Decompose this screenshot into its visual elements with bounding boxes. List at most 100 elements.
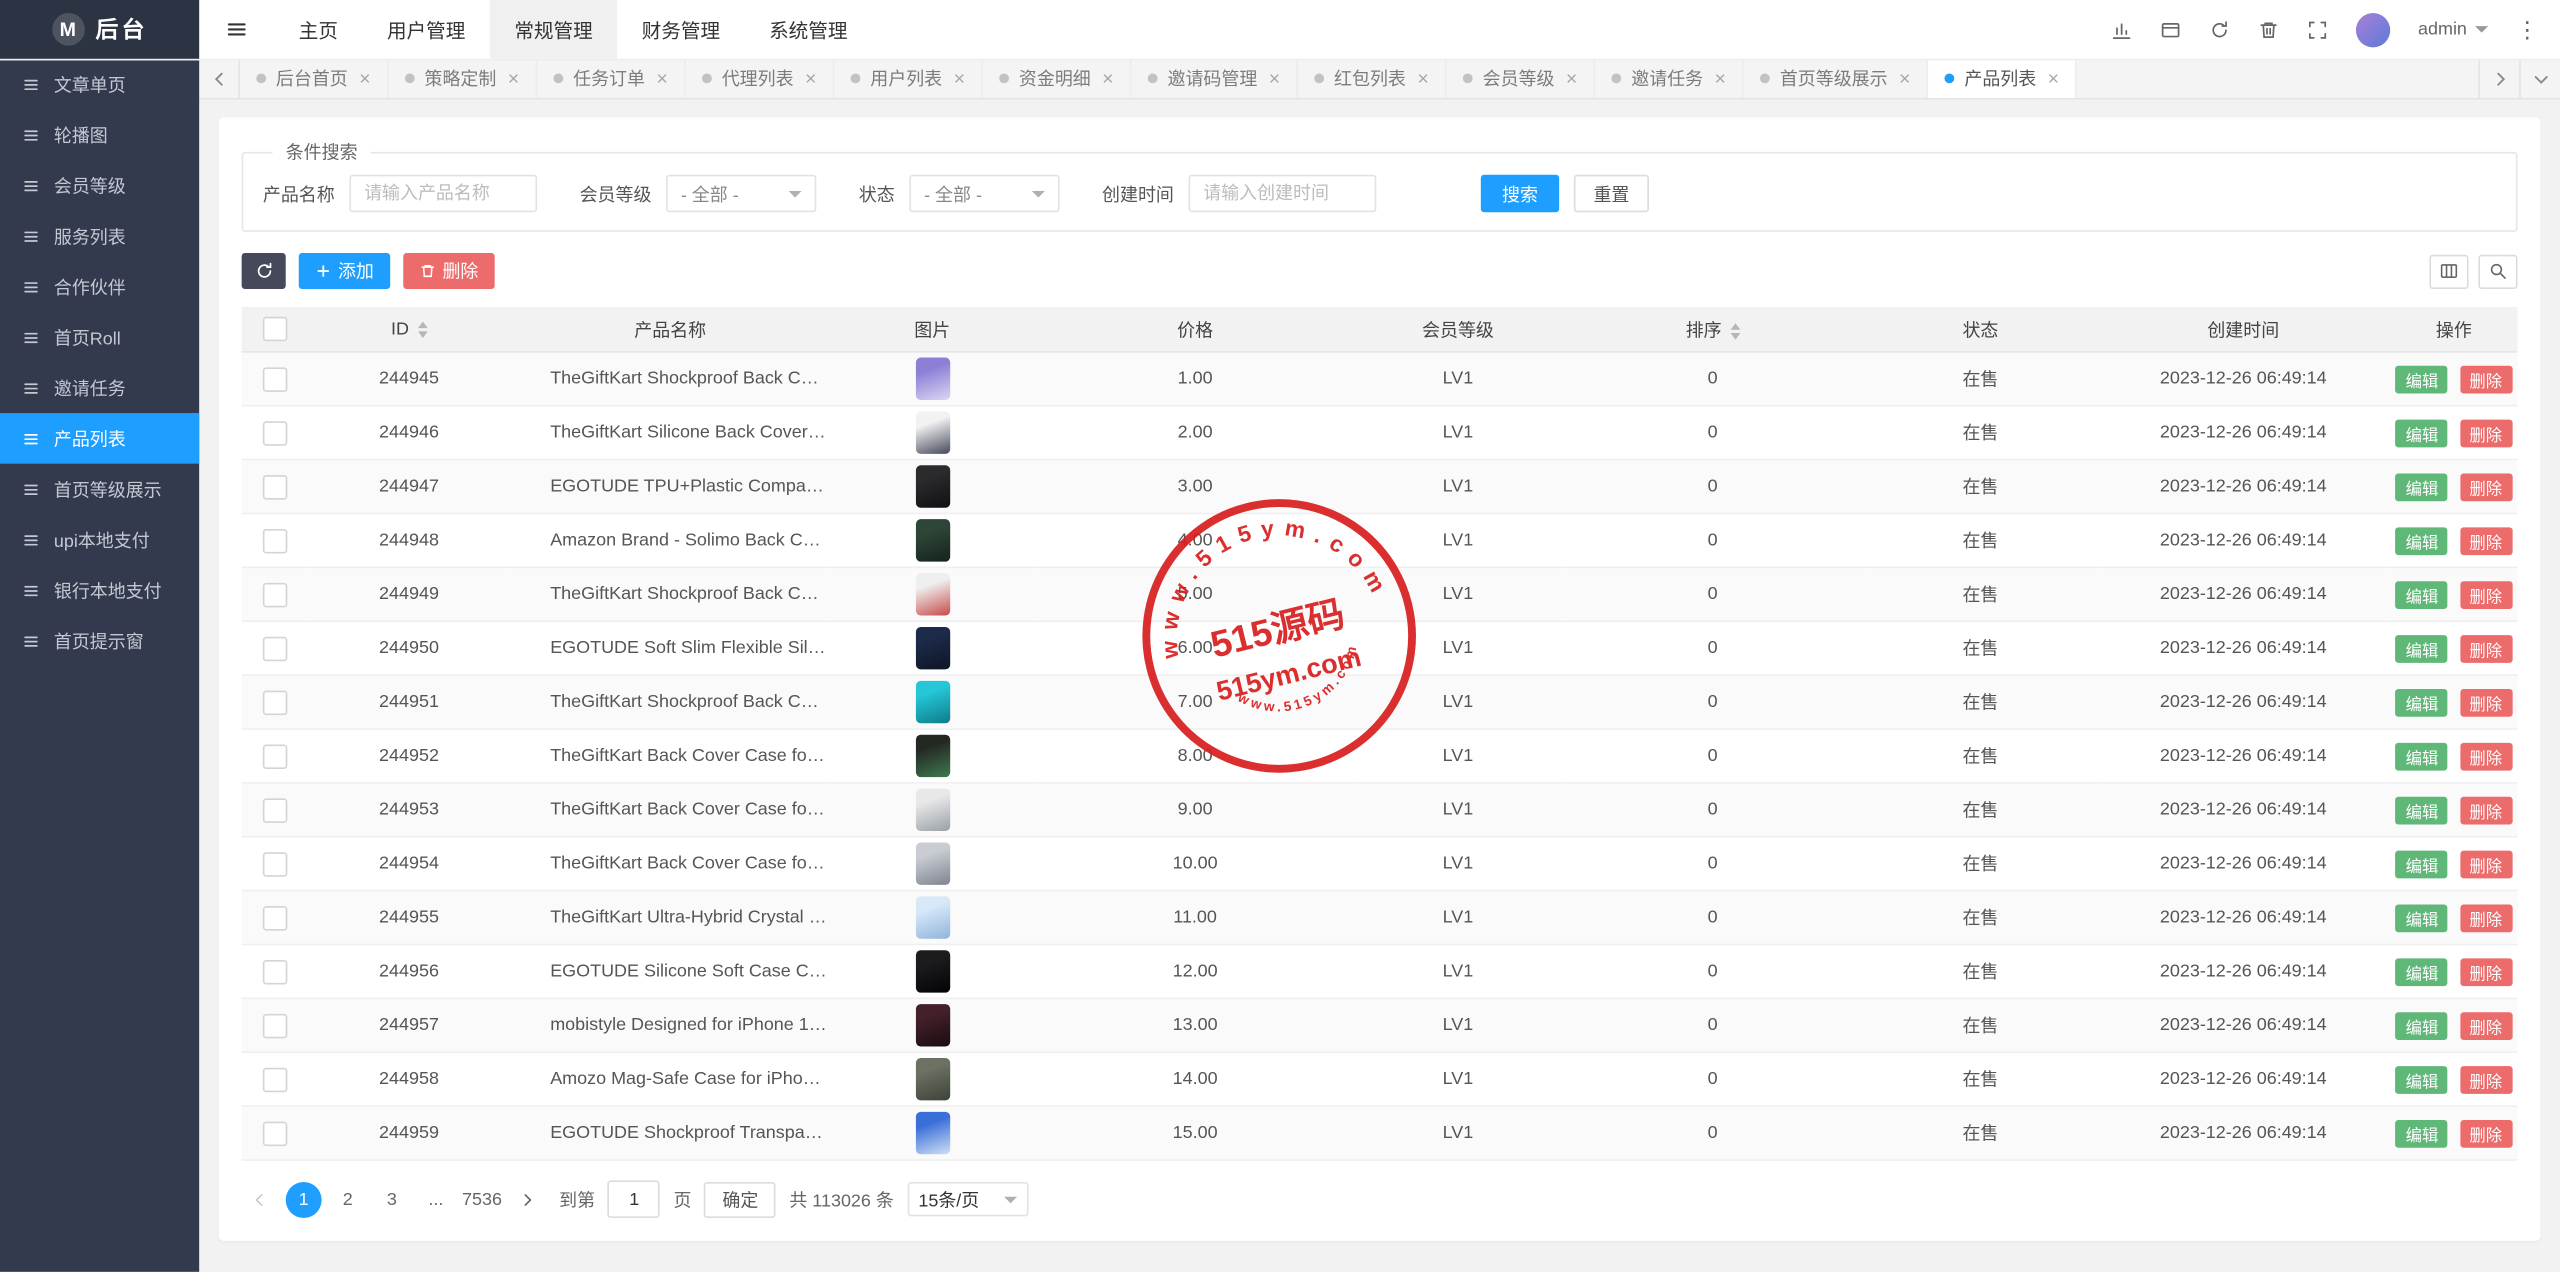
tab[interactable]: 资金明细 × <box>983 59 1132 98</box>
sidebar-item[interactable]: 银行本地支付 <box>0 565 199 616</box>
edit-button[interactable]: 编辑 <box>2396 958 2448 986</box>
tabs-scroll-right-icon[interactable] <box>2478 59 2519 98</box>
hamburger-icon[interactable] <box>199 0 274 59</box>
row-checkbox[interactable] <box>262 528 286 552</box>
product-image[interactable] <box>915 950 949 992</box>
next-page-icon[interactable] <box>510 1181 546 1217</box>
tab[interactable]: 产品列表 × <box>1928 59 2077 98</box>
top-nav-item[interactable]: 系统管理 <box>745 0 872 59</box>
edit-button[interactable]: 编辑 <box>2396 1065 2448 1093</box>
select-all-checkbox[interactable] <box>262 317 286 341</box>
sidebar-item[interactable]: upi本地支付 <box>0 514 199 565</box>
row-checkbox[interactable] <box>262 1121 286 1145</box>
column-header[interactable]: 价格 <box>1035 307 1355 352</box>
goto-confirm-button[interactable]: 确定 <box>704 1181 776 1217</box>
row-checkbox[interactable] <box>262 744 286 768</box>
edit-button[interactable]: 编辑 <box>2396 796 2448 824</box>
row-delete-button[interactable]: 删除 <box>2460 742 2512 770</box>
row-delete-button[interactable]: 删除 <box>2460 527 2512 555</box>
top-nav-item[interactable]: 主页 <box>274 0 362 59</box>
per-page-select[interactable]: 15条/页 <box>907 1182 1028 1216</box>
edit-button[interactable]: 编辑 <box>2396 365 2448 393</box>
row-checkbox[interactable] <box>262 474 286 498</box>
tab[interactable]: 后台首页 × <box>240 59 389 98</box>
page-number[interactable]: 2 <box>330 1181 366 1217</box>
edit-button[interactable]: 编辑 <box>2396 904 2448 932</box>
row-delete-button[interactable]: 删除 <box>2460 688 2512 716</box>
edit-button[interactable]: 编辑 <box>2396 527 2448 555</box>
row-delete-button[interactable]: 删除 <box>2460 419 2512 447</box>
tab[interactable]: 用户列表 × <box>834 59 983 98</box>
trash-icon[interactable] <box>2258 19 2279 40</box>
tab[interactable]: 红包列表 × <box>1298 59 1447 98</box>
top-nav-item[interactable]: 常规管理 <box>490 0 617 59</box>
tab[interactable]: 代理列表 × <box>686 59 835 98</box>
row-checkbox[interactable] <box>262 582 286 606</box>
page-number[interactable]: 7536 <box>462 1181 502 1217</box>
top-nav-item[interactable]: 用户管理 <box>362 0 489 59</box>
sort-icon[interactable] <box>1730 323 1740 339</box>
tab-close-icon[interactable]: × <box>1269 69 1280 89</box>
tab[interactable]: 邀请码管理 × <box>1132 59 1299 98</box>
row-checkbox[interactable] <box>262 905 286 929</box>
user-menu[interactable]: admin <box>2418 20 2488 40</box>
row-delete-button[interactable]: 删除 <box>2460 1011 2512 1039</box>
fullscreen-icon[interactable] <box>2307 19 2328 40</box>
edit-button[interactable]: 编辑 <box>2396 850 2448 878</box>
user-avatar[interactable] <box>2356 12 2390 46</box>
product-image[interactable] <box>915 896 949 938</box>
product-image[interactable] <box>915 735 949 777</box>
page-number[interactable]: 1 <box>286 1181 322 1217</box>
sidebar-item[interactable]: 服务列表 <box>0 211 199 262</box>
row-delete-button[interactable]: 删除 <box>2460 904 2512 932</box>
product-image[interactable] <box>915 1112 949 1154</box>
row-delete-button[interactable]: 删除 <box>2460 850 2512 878</box>
tab-close-icon[interactable]: × <box>954 69 965 89</box>
row-delete-button[interactable]: 删除 <box>2460 1065 2512 1093</box>
goto-page-input[interactable] <box>608 1180 660 1218</box>
row-checkbox[interactable] <box>262 420 286 444</box>
sort-icon[interactable] <box>417 321 427 337</box>
product-image[interactable] <box>915 842 949 884</box>
tab-close-icon[interactable]: × <box>508 69 519 89</box>
tab-close-icon[interactable]: × <box>656 69 667 89</box>
refresh-icon[interactable] <box>2209 19 2230 40</box>
product-image[interactable] <box>915 573 949 615</box>
tab-close-icon[interactable]: × <box>805 69 816 89</box>
sidebar-item[interactable]: 轮播图 <box>0 109 199 160</box>
tab[interactable]: 策略定制 × <box>389 59 538 98</box>
tab[interactable]: 邀请任务 × <box>1595 59 1744 98</box>
page-number[interactable]: ... <box>418 1181 454 1217</box>
edit-button[interactable]: 编辑 <box>2396 1119 2448 1147</box>
row-checkbox[interactable] <box>262 636 286 660</box>
row-delete-button[interactable]: 删除 <box>2460 580 2512 608</box>
page-number[interactable]: 3 <box>374 1181 410 1217</box>
sidebar-item[interactable]: 合作伙伴 <box>0 261 199 312</box>
refresh-button[interactable] <box>242 253 286 289</box>
sidebar-item[interactable]: 首页等级展示 <box>0 464 199 515</box>
row-checkbox[interactable] <box>262 959 286 983</box>
tab-close-icon[interactable]: × <box>1899 69 1910 89</box>
edit-button[interactable]: 编辑 <box>2396 473 2448 501</box>
tab-close-icon[interactable]: × <box>1102 69 1113 89</box>
product-image[interactable] <box>915 358 949 400</box>
column-header[interactable]: 图片 <box>829 307 1035 352</box>
column-header[interactable]: 会员等级 <box>1355 307 1561 352</box>
row-checkbox[interactable] <box>262 798 286 822</box>
product-image[interactable] <box>915 465 949 507</box>
product-image[interactable] <box>915 789 949 831</box>
row-delete-button[interactable]: 删除 <box>2460 796 2512 824</box>
tab[interactable]: 会员等级 × <box>1447 59 1596 98</box>
column-header[interactable]: 产品名称 <box>511 307 829 352</box>
prev-page-icon[interactable] <box>242 1181 278 1217</box>
product-image[interactable] <box>915 519 949 561</box>
sidebar-item[interactable]: 文章单页 <box>0 59 199 110</box>
tab[interactable]: 任务订单 × <box>537 59 686 98</box>
tabs-scroll-left-icon[interactable] <box>199 59 240 98</box>
row-delete-button[interactable]: 删除 <box>2460 473 2512 501</box>
sidebar-item[interactable]: 首页提示窗 <box>0 616 199 667</box>
top-nav-item[interactable]: 财务管理 <box>617 0 744 59</box>
table-search-button[interactable] <box>2478 254 2517 288</box>
member-level-select[interactable]: - 全部 - <box>666 175 816 213</box>
panel-icon[interactable] <box>2160 19 2181 40</box>
